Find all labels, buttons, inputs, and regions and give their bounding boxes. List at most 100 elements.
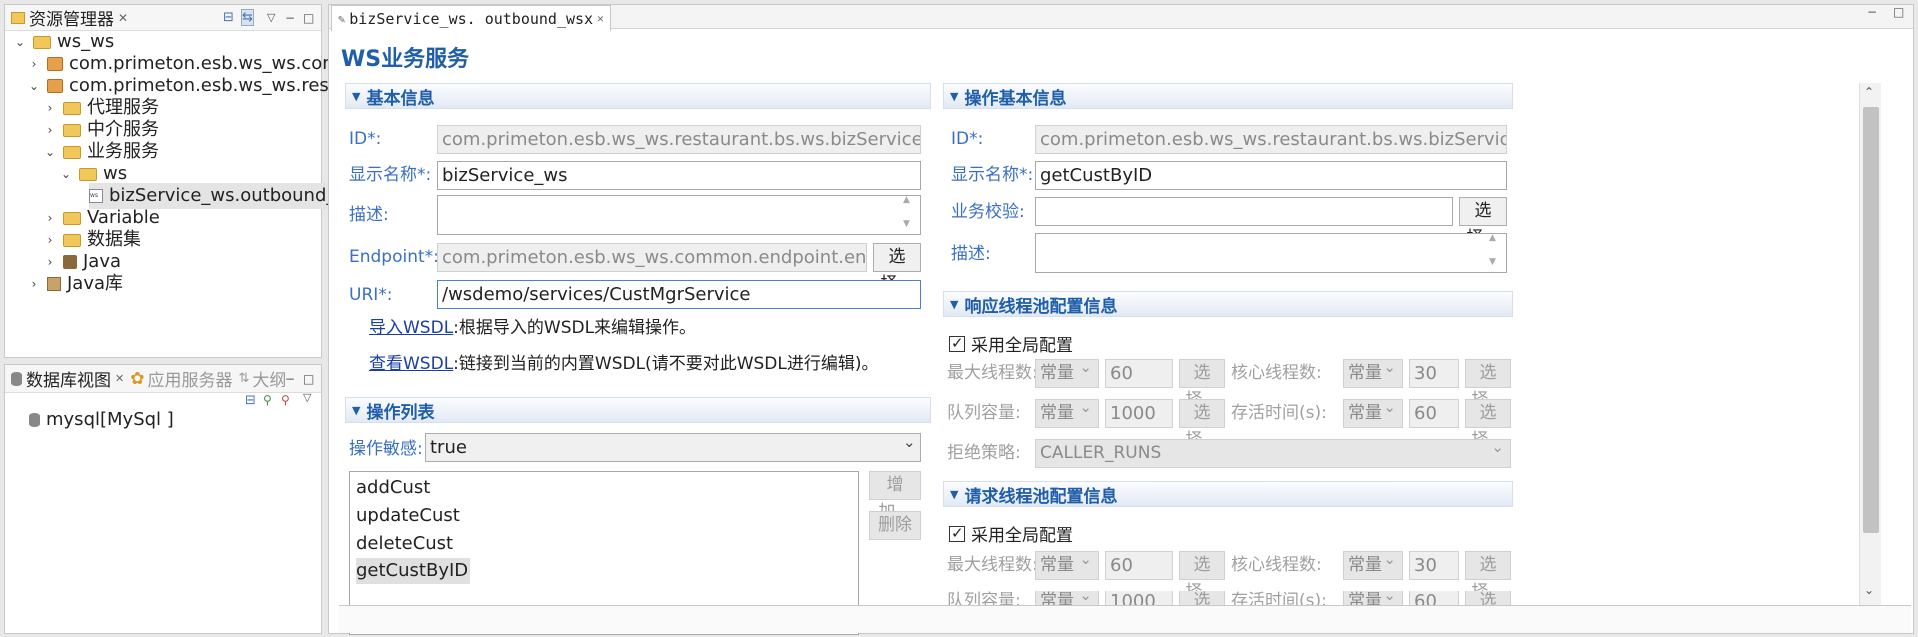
collapse-triangle-icon[interactable]: ▼ — [950, 488, 958, 501]
scroll-down-icon[interactable]: ▼ — [1489, 257, 1496, 267]
maximize-icon[interactable]: □ — [303, 11, 314, 25]
req-core-select[interactable]: 选择... — [1465, 551, 1511, 602]
view-menu-icon[interactable]: ▽ — [267, 11, 275, 24]
uri-field[interactable]: /wsdemo/services/CustMgrService — [437, 280, 921, 309]
db-panel: 数据库视图 ✕ ✿ 应用服务器 ⇅ 大纲 − □ ⊟ ⚲ ⚲ ▽ mysql[MySq… — [4, 364, 322, 634]
collapse-triangle-icon[interactable]: ▼ — [352, 90, 360, 103]
section-resp-pool[interactable]: ▼ 响应线程池配置信息 — [943, 291, 1513, 317]
collapse-triangle-icon[interactable]: ▼ — [950, 90, 958, 103]
close-icon[interactable]: ✕ — [597, 12, 604, 25]
minimize-icon[interactable]: − — [285, 11, 295, 25]
folder-icon — [63, 123, 81, 137]
view-wsdl-link[interactable]: 查看WSDL — [369, 354, 453, 374]
list-item[interactable]: deleteCust — [356, 532, 453, 556]
minimize-icon[interactable]: − — [1867, 5, 1877, 19]
resp-queue-value[interactable]: 1000 — [1105, 399, 1173, 428]
desc-field[interactable] — [437, 195, 921, 235]
delete-op-button[interactable]: 删除 — [869, 511, 921, 540]
checkbox-icon[interactable] — [949, 334, 965, 352]
name-field[interactable]: bizService_ws — [437, 161, 921, 190]
op-check-field[interactable] — [1035, 197, 1453, 226]
endpoint-select-button[interactable]: 选择... — [873, 243, 921, 294]
db-item-mysql[interactable]: mysql[MySql ] — [29, 407, 174, 433]
section-req-pool[interactable]: ▼ 请求线程池配置信息 — [943, 481, 1513, 507]
id-field[interactable]: com.primeton.esb.ws_ws.restaurant.bs.ws.… — [437, 125, 921, 154]
op-name-field[interactable]: getCustByID — [1035, 161, 1507, 190]
chevron-down-icon[interactable]: ⌄ — [59, 161, 73, 187]
resp-core-mode[interactable]: 常量 — [1343, 354, 1403, 388]
op-check-select-button[interactable]: 选择... — [1459, 197, 1507, 248]
endpoint-label: Endpoint*: — [349, 247, 439, 267]
maximize-icon[interactable]: □ — [303, 372, 314, 386]
explorer-tab[interactable]: 资源管理器 ✕ ⊟ ⇆ ▽ − □ — [5, 5, 321, 31]
req-core-mode[interactable]: 常量 — [1343, 546, 1403, 580]
server-tab[interactable]: ✿ 应用服务器 — [130, 366, 232, 392]
outline-tab[interactable]: ⇅ 大纲 — [238, 366, 286, 391]
page-title: WS业务服务 — [341, 47, 470, 72]
scroll-down-icon[interactable]: ⌄ — [1864, 583, 1874, 597]
collapse-triangle-icon[interactable]: ▼ — [352, 404, 360, 417]
resp-max-select[interactable]: 选择... — [1179, 359, 1225, 410]
explorer-icon — [11, 11, 25, 24]
maximize-icon[interactable]: □ — [1893, 5, 1904, 19]
view-wsdl-text: :链接到当前的内置WSDL(请不要对此WSDL进行编辑)。 — [453, 354, 879, 374]
scrollbar-thumb[interactable] — [1863, 107, 1879, 533]
collapse-all-icon[interactable]: ⊟ — [223, 10, 234, 25]
name-label: 显示名称*: — [349, 165, 432, 185]
list-item-selected[interactable]: getCustByID — [356, 558, 471, 584]
req-global-checkbox[interactable]: 采用全局配置 — [949, 521, 1073, 546]
resp-core-select[interactable]: 选择... — [1465, 359, 1511, 410]
checkbox-icon[interactable] — [949, 524, 965, 542]
req-max-select[interactable]: 选择... — [1179, 551, 1225, 602]
chevron-right-icon[interactable]: › — [27, 271, 41, 297]
tree-item-javalib[interactable]: › Java库 — [27, 271, 123, 297]
resp-global-checkbox[interactable]: 采用全局配置 — [949, 331, 1073, 356]
section-basic[interactable]: ▼ 基本信息 — [345, 83, 931, 109]
vertical-scrollbar[interactable]: ⌃ ⌄ — [1859, 83, 1881, 605]
editor-tab[interactable]: ✎ bizService_ws. outbound_wsx ✕ — [331, 5, 611, 31]
op-desc-field[interactable] — [1035, 233, 1507, 273]
chevron-down-icon[interactable]: ⌄ — [43, 139, 57, 165]
db-tab[interactable]: 数据库视图 ✕ — [11, 366, 124, 391]
connect-icon[interactable]: ⚲ — [263, 393, 272, 407]
view-menu-icon[interactable]: ▽ — [303, 391, 311, 404]
req-max-label: 最大线程数: — [947, 555, 1038, 575]
chevron-down-icon[interactable]: ⌄ — [27, 73, 41, 99]
scroll-up-icon[interactable]: ▲ — [903, 195, 910, 205]
chevron-down-icon[interactable]: ⌄ — [903, 433, 916, 451]
resp-queue-select[interactable]: 选择... — [1179, 399, 1225, 450]
resp-keep-value[interactable]: 60 — [1409, 399, 1459, 428]
op-check-label: 业务校验: — [951, 202, 1025, 222]
disconnect-icon[interactable]: ⚲ — [281, 393, 290, 407]
section-op-basic[interactable]: ▼ 操作基本信息 — [943, 83, 1513, 109]
resp-queue-mode[interactable]: 常量 — [1035, 394, 1099, 428]
scroll-up-icon[interactable]: ▲ — [1489, 233, 1496, 243]
database-icon — [11, 371, 22, 386]
resp-max-mode[interactable]: 常量 — [1035, 354, 1099, 388]
minimize-icon[interactable]: − — [285, 372, 295, 386]
resp-keep-select[interactable]: 选择... — [1465, 399, 1511, 450]
close-icon[interactable]: ✕ — [118, 11, 128, 25]
resp-reject-select[interactable]: CALLER_RUNS — [1035, 434, 1511, 468]
add-op-button[interactable]: 增加... — [869, 471, 921, 522]
import-wsdl-link[interactable]: 导入WSDL — [369, 318, 453, 338]
resp-core-value[interactable]: 30 — [1409, 359, 1459, 388]
resp-max-value[interactable]: 60 — [1105, 359, 1173, 388]
link-editor-icon[interactable]: ⇆ — [241, 9, 254, 26]
collapse-triangle-icon[interactable]: ▼ — [950, 298, 958, 311]
collapse-icon[interactable]: ⊟ — [245, 393, 256, 408]
endpoint-field[interactable]: com.primeton.esb.ws_ws.common.endpoint.e… — [437, 243, 867, 272]
req-max-mode[interactable]: 常量 — [1035, 546, 1099, 580]
resp-keep-mode[interactable]: 常量 — [1343, 394, 1403, 428]
list-item[interactable]: updateCust — [356, 504, 460, 528]
req-max-value[interactable]: 60 — [1105, 551, 1173, 580]
req-core-value[interactable]: 30 — [1409, 551, 1459, 580]
close-icon[interactable]: ✕ — [115, 372, 124, 385]
op-id-field[interactable]: com.primeton.esb.ws_ws.restaurant.bs.ws.… — [1035, 125, 1507, 154]
scroll-down-icon[interactable]: ▼ — [903, 219, 910, 229]
sensitive-select[interactable]: true — [425, 433, 921, 462]
list-item[interactable]: addCust — [356, 476, 430, 500]
chevron-down-icon[interactable]: ⌄ — [13, 29, 27, 55]
section-ops[interactable]: ▼ 操作列表 — [345, 397, 931, 423]
scroll-up-icon[interactable]: ⌃ — [1864, 85, 1874, 99]
